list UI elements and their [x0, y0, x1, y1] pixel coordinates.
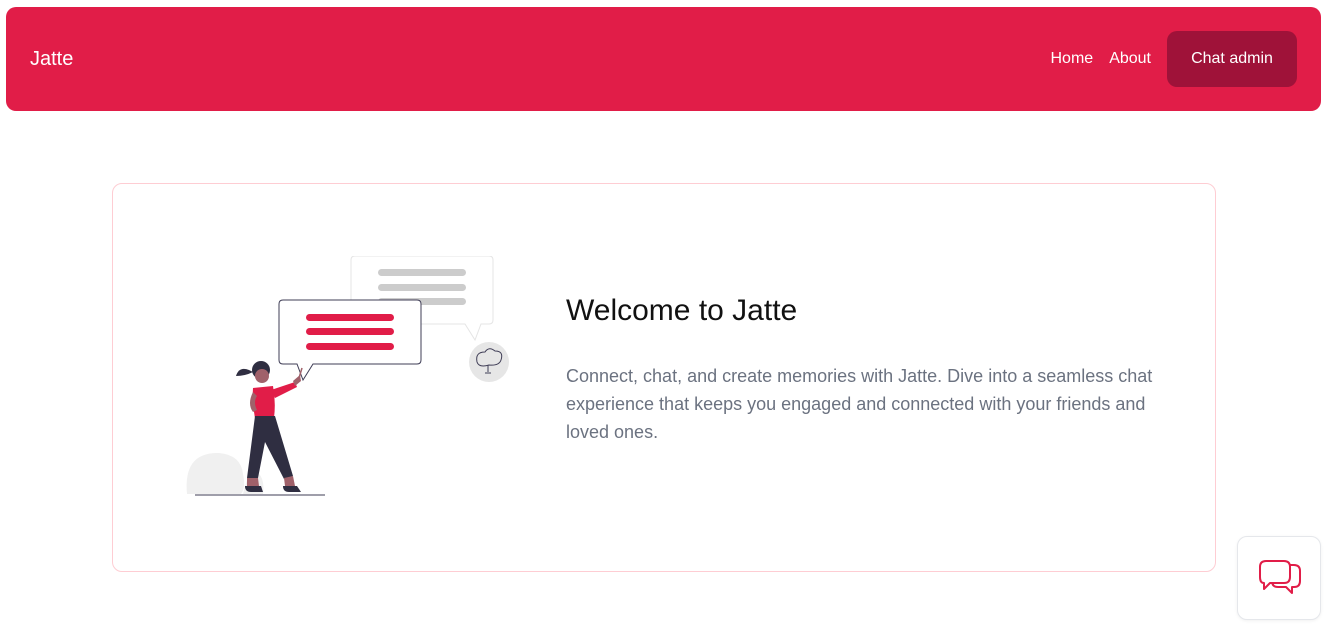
nav-link-about[interactable]: About — [1109, 50, 1151, 68]
hero-title: Welcome to Jatte — [566, 294, 798, 327]
brand-logo[interactable]: Jatte — [30, 48, 73, 71]
chat-admin-button[interactable]: Chat admin — [1167, 31, 1297, 87]
hero-card: Welcome to Jatte Connect, chat, and crea… — [112, 183, 1216, 572]
nav-link-home[interactable]: Home — [1051, 50, 1094, 68]
hero-text: Welcome to Jatte Connect, chat, and crea… — [566, 294, 1166, 446]
chat-bubbles-icon — [1259, 560, 1301, 594]
nav-menu: Home About Chat admin — [1035, 31, 1297, 87]
navbar: Jatte Home About Chat admin — [6, 7, 1321, 111]
chatting-woman-illustration — [186, 256, 509, 496]
chat-widget-button[interactable] — [1237, 536, 1321, 620]
hero-description: Connect, chat, and create memories with … — [566, 366, 1153, 442]
